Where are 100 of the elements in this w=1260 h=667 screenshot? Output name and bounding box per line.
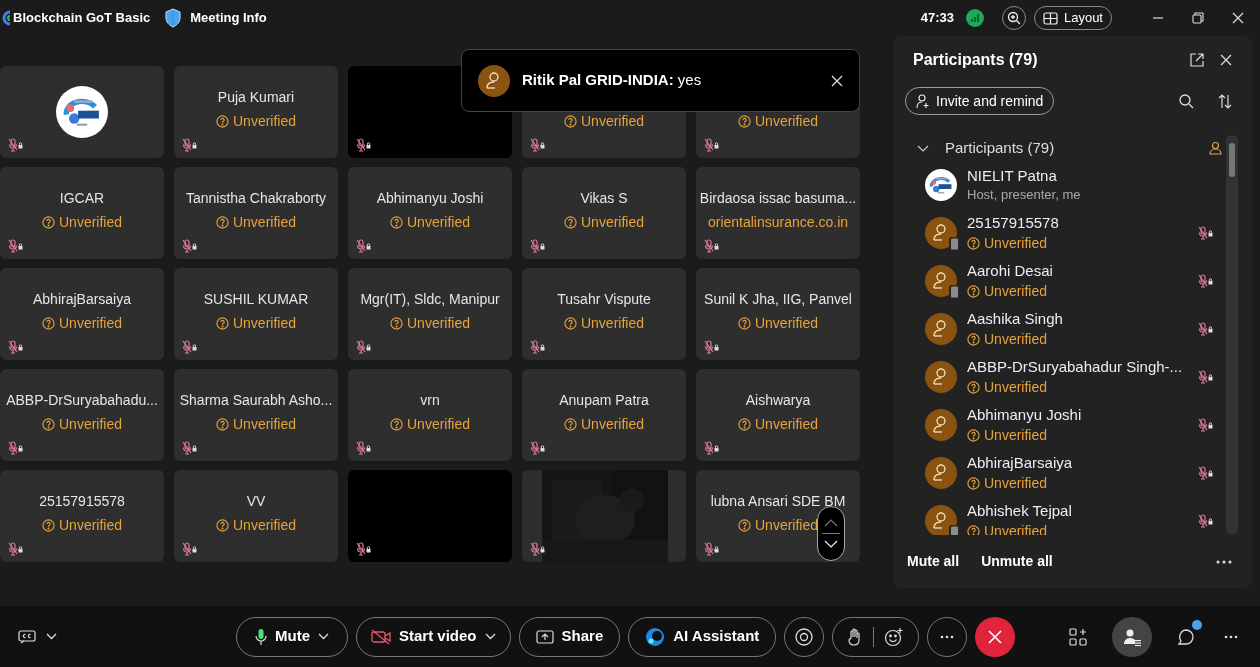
status-text: Unverified <box>233 515 296 535</box>
participant-name: Aashika Singh <box>967 308 1064 329</box>
participant-name: ABBP-DrSuryabahadur Singh-... <box>967 356 1184 377</box>
emoji-icon <box>884 626 905 647</box>
captions-icon[interactable] <box>18 629 36 644</box>
status-text: Unverified <box>59 515 122 535</box>
participant-name: Aishwarya <box>745 390 811 408</box>
person-badge-icon <box>1209 141 1222 155</box>
participant-name: VV <box>246 491 266 509</box>
leave-button[interactable] <box>975 616 1016 657</box>
question-icon <box>216 114 229 128</box>
muted-mic-icon <box>1198 370 1214 384</box>
participant-name: Abhishek Tejpal <box>967 500 1073 521</box>
group-label: Participants (79) <box>945 137 1056 158</box>
question-icon <box>564 215 577 229</box>
status-text: Unverified <box>581 111 644 131</box>
participant-name: vrn <box>420 390 440 408</box>
grid-icon <box>1042 11 1058 25</box>
participant-row[interactable]: NIELIT Patna Host, presenter, me <box>893 161 1222 209</box>
status-text: Unverified <box>59 414 122 434</box>
status-text: Unverified <box>755 111 818 131</box>
muted-mic-icon <box>1198 466 1214 480</box>
status-text: Unverified <box>233 414 296 434</box>
add-person-icon <box>916 93 930 109</box>
toast-message: Ritik Pal GRID-INDIA: yes <box>522 70 703 91</box>
status-text: Unverified <box>407 414 470 434</box>
question-icon <box>967 332 980 346</box>
question-icon <box>42 417 55 431</box>
muted-mic-icon <box>182 441 198 455</box>
page-up-icon[interactable] <box>824 518 838 527</box>
sort-icon[interactable] <box>1218 93 1232 109</box>
caret-icon <box>46 633 57 640</box>
question-icon <box>967 236 980 250</box>
participant-name: Puja Kumari <box>217 87 295 105</box>
status-text: Unverified <box>581 212 644 232</box>
close-icon[interactable] <box>1232 12 1244 24</box>
status-text: Unverified <box>232 313 296 333</box>
muted-mic-icon <box>1198 514 1214 528</box>
muted-mic-icon <box>704 138 720 152</box>
question-icon <box>42 316 55 330</box>
muted-mic-icon <box>356 542 372 556</box>
question-icon <box>967 524 980 535</box>
search-icon[interactable] <box>1179 93 1194 109</box>
restore-icon[interactable] <box>1192 12 1204 24</box>
muted-mic-icon <box>182 138 198 152</box>
participant-row[interactable]: Abhishek Tejpal Unverified <box>893 497 1222 535</box>
question-icon <box>564 417 577 431</box>
meeting-timer: 47:33 <box>920 9 954 28</box>
status-text: Unverified <box>754 313 818 333</box>
muted-mic-icon <box>8 542 24 556</box>
page-down-icon[interactable] <box>824 540 838 549</box>
muted-mic-icon <box>8 441 24 455</box>
question-icon <box>216 518 229 532</box>
mute-all-button[interactable]: Mute all <box>907 551 960 572</box>
close-icon[interactable] <box>831 74 843 87</box>
question-icon <box>216 417 229 431</box>
status-text: Unverified <box>755 414 818 434</box>
participant-name: NIELIT Patna <box>967 166 1058 186</box>
participant-row[interactable]: Abhimanyu Joshi Unverified <box>893 401 1222 449</box>
close-icon[interactable] <box>1220 54 1232 66</box>
shield-icon <box>164 8 183 28</box>
muted-mic-icon <box>530 239 546 253</box>
muted-mic-icon <box>530 138 546 152</box>
status-text: Unverified <box>984 377 1048 397</box>
participant-row[interactable]: ABBP-DrSuryabahadur Singh-... Unverified <box>893 353 1222 401</box>
participants-button[interactable] <box>1112 616 1152 657</box>
muted-mic-icon <box>1198 322 1214 336</box>
participant-name: IGCAR <box>59 188 105 206</box>
signal-icon <box>965 9 984 27</box>
participant-name: Sunil K Jha, IIG, Panvel <box>704 289 852 307</box>
participant-name: 25157915578 <box>967 212 1060 233</box>
pop-out-icon[interactable] <box>1190 53 1204 67</box>
participant-name: Mgr(IT), Sldc, Manipur <box>360 289 500 307</box>
participant-row[interactable]: Aashika Singh Unverified <box>893 305 1222 353</box>
status-text: Unverified <box>59 212 122 232</box>
muted-mic-icon <box>530 441 546 455</box>
participants-group-header[interactable]: Participants (79) <box>893 135 1222 161</box>
muted-mic-icon <box>1198 274 1214 288</box>
participant-row[interactable]: 25157915578 Unverified <box>893 209 1222 257</box>
participant-name: Tusahr Vispute <box>557 289 651 307</box>
status-text: Unverified <box>233 111 296 131</box>
muted-mic-icon <box>1198 226 1214 240</box>
meeting-info-button[interactable]: Meeting Info <box>164 8 267 28</box>
status-text: Unverified <box>755 515 818 535</box>
participant-row[interactable]: AbhirajBarsaiya Unverified <box>893 449 1222 497</box>
domain-text: orientalinsurance.co.in <box>707 212 849 232</box>
more-icon[interactable] <box>1224 634 1238 639</box>
participant-row[interactable]: Aarohi Desai Unverified <box>893 257 1222 305</box>
question-icon <box>563 316 577 330</box>
status-text: Unverified <box>984 281 1048 301</box>
question-icon <box>967 380 980 394</box>
question-icon <box>42 518 55 532</box>
status-text: Unverified <box>984 473 1048 493</box>
muted-mic-icon <box>704 542 720 556</box>
more-icon[interactable] <box>1216 559 1232 564</box>
record-icon <box>795 627 814 646</box>
question-icon <box>42 215 55 229</box>
logo-icon <box>56 86 108 138</box>
unmute-all-button[interactable]: Unmute all <box>981 551 1053 572</box>
question-icon <box>967 476 980 490</box>
